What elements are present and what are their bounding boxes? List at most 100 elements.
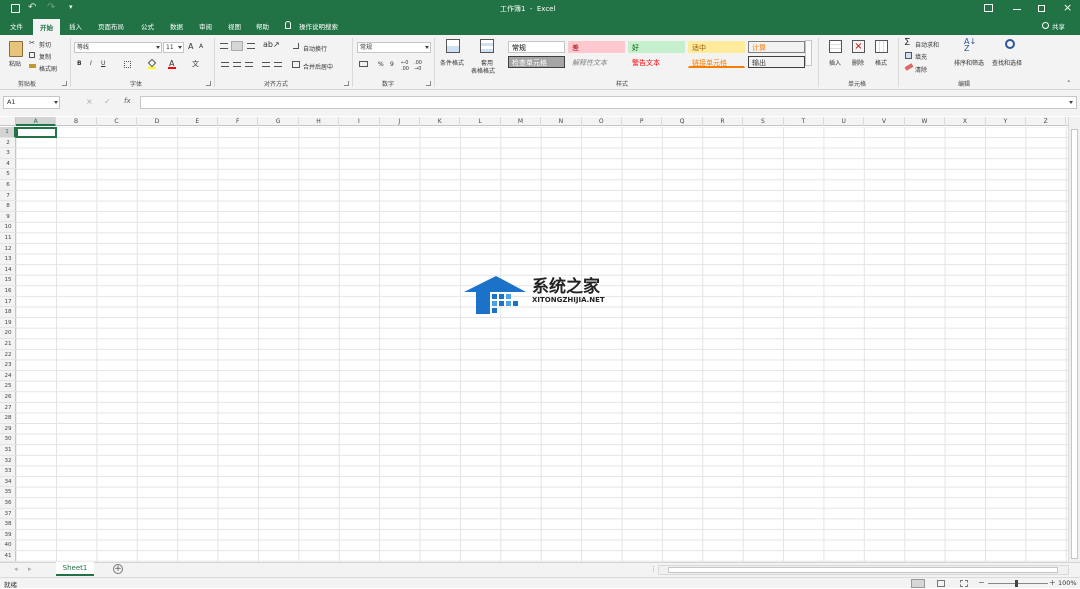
- restore-icon[interactable]: [1038, 5, 1045, 12]
- minimize-icon[interactable]: [1013, 9, 1021, 10]
- row-header-31[interactable]: 31: [0, 445, 16, 456]
- tab-file[interactable]: 文件: [10, 21, 23, 31]
- column-header-M[interactable]: M: [501, 117, 542, 126]
- wrap-text-button[interactable]: 自动换行: [303, 44, 327, 53]
- column-header-E[interactable]: E: [178, 117, 218, 126]
- format-cells-button[interactable]: 格式: [875, 58, 887, 67]
- zoom-slider-thumb[interactable]: [1015, 580, 1018, 587]
- formula-input[interactable]: [140, 96, 1077, 109]
- row-header-10[interactable]: 10: [0, 222, 16, 233]
- row-header-21[interactable]: 21: [0, 339, 16, 350]
- tab-page-layout[interactable]: 页面布局: [98, 21, 124, 31]
- copy-button[interactable]: 复制: [39, 52, 51, 61]
- redo-icon[interactable]: ↷: [47, 2, 55, 13]
- row-header-3[interactable]: 3: [0, 148, 16, 159]
- column-header-A[interactable]: A: [16, 117, 57, 126]
- zoom-out-icon[interactable]: −: [978, 578, 985, 587]
- grow-font-icon[interactable]: A: [188, 42, 193, 51]
- cell-style-2[interactable]: 好: [628, 41, 685, 53]
- paste-button[interactable]: 粘贴: [9, 59, 21, 68]
- column-header-J[interactable]: J: [380, 117, 420, 126]
- worksheet-grid[interactable]: ABCDEFGHIJKLMNOPQRSTUVWXYZ 1 2 3 4 5 6 7 8 9 10 11…: [0, 117, 1068, 562]
- cell-style-3[interactable]: 适中: [688, 41, 745, 53]
- increase-decimal-icon[interactable]: ←0.00: [401, 60, 409, 72]
- find-select-button[interactable]: 查找和选择: [992, 58, 1022, 67]
- column-header-I[interactable]: I: [339, 117, 380, 126]
- cell-area[interactable]: [16, 127, 1068, 562]
- close-icon[interactable]: ×: [1063, 1, 1072, 14]
- row-header-15[interactable]: 15: [0, 275, 16, 286]
- number-launcher-icon[interactable]: [426, 81, 431, 86]
- page-layout-view-icon[interactable]: [937, 580, 945, 587]
- row-header-19[interactable]: 19: [0, 318, 16, 329]
- row-header-35[interactable]: 35: [0, 487, 16, 498]
- next-sheet-icon[interactable]: ▸: [28, 565, 32, 573]
- cell-style-8[interactable]: 链接单元格: [688, 56, 745, 68]
- row-header-1[interactable]: 1: [0, 127, 16, 138]
- number-format-select[interactable]: 常规: [357, 42, 431, 53]
- italic-button[interactable]: I: [90, 60, 92, 67]
- column-header-L[interactable]: L: [460, 117, 501, 126]
- column-header-O[interactable]: O: [582, 117, 622, 126]
- row-header-40[interactable]: 40: [0, 540, 16, 551]
- row-header-24[interactable]: 24: [0, 371, 16, 382]
- alignment-launcher-icon[interactable]: [344, 81, 349, 86]
- row-header-27[interactable]: 27: [0, 403, 16, 414]
- cell-style-0[interactable]: 常规: [508, 41, 565, 53]
- currency-icon[interactable]: [359, 61, 368, 67]
- increase-indent-icon[interactable]: [274, 62, 282, 67]
- percent-button[interactable]: %: [378, 61, 384, 68]
- font-launcher-icon[interactable]: [206, 81, 211, 86]
- cell-style-9[interactable]: 输出: [748, 56, 805, 68]
- tab-home[interactable]: 开始: [33, 19, 60, 35]
- align-top-icon[interactable]: [220, 43, 228, 49]
- row-header-13[interactable]: 13: [0, 254, 16, 265]
- cell-style-6[interactable]: 解释性文本: [568, 56, 625, 68]
- row-header-20[interactable]: 20: [0, 328, 16, 339]
- tab-view[interactable]: 视图: [228, 21, 241, 31]
- row-header-29[interactable]: 29: [0, 424, 16, 435]
- decrease-indent-icon[interactable]: [262, 62, 270, 67]
- insert-cells-button[interactable]: 插入: [829, 58, 841, 67]
- zoom-level[interactable]: 100%: [1058, 579, 1077, 587]
- align-middle-icon[interactable]: [231, 41, 243, 51]
- column-header-Y[interactable]: Y: [986, 117, 1026, 126]
- shrink-font-icon[interactable]: A: [199, 43, 203, 50]
- column-header-W[interactable]: W: [905, 117, 946, 126]
- bold-button[interactable]: B: [77, 60, 82, 67]
- add-sheet-icon[interactable]: +: [113, 564, 123, 574]
- sort-filter-button[interactable]: 排序和筛选: [954, 58, 984, 67]
- orientation-icon[interactable]: ab↗: [263, 40, 280, 49]
- row-header-39[interactable]: 39: [0, 530, 16, 541]
- zoom-in-icon[interactable]: +: [1049, 578, 1056, 587]
- row-header-41[interactable]: 41: [0, 551, 16, 562]
- column-header-N[interactable]: N: [541, 117, 582, 126]
- column-header-F[interactable]: F: [218, 117, 259, 126]
- row-header-28[interactable]: 28: [0, 413, 16, 424]
- row-header-32[interactable]: 32: [0, 456, 16, 467]
- normal-view-icon[interactable]: [911, 579, 925, 588]
- page-break-view-icon[interactable]: [960, 580, 968, 587]
- row-header-11[interactable]: 11: [0, 233, 16, 244]
- row-header-5[interactable]: 5: [0, 169, 16, 180]
- gallery-scroll-icon[interactable]: [805, 40, 812, 66]
- tab-insert[interactable]: 插入: [69, 21, 82, 31]
- decrease-decimal-icon[interactable]: .00 →0: [414, 60, 422, 72]
- sheet-tab-sheet1[interactable]: Sheet1: [56, 562, 94, 576]
- delete-cells-button[interactable]: 删除: [852, 58, 864, 67]
- row-header-25[interactable]: 25: [0, 381, 16, 392]
- insert-function-icon[interactable]: fx: [124, 97, 131, 105]
- row-header-4[interactable]: 4: [0, 159, 16, 170]
- tell-me-search[interactable]: 操作说明搜索: [299, 21, 338, 31]
- font-size-select[interactable]: 11: [163, 42, 184, 53]
- row-header-30[interactable]: 30: [0, 434, 16, 445]
- cut-button[interactable]: 剪切: [39, 40, 51, 49]
- column-header-R[interactable]: R: [703, 117, 744, 126]
- name-box[interactable]: A1: [3, 96, 60, 109]
- column-header-D[interactable]: D: [137, 117, 178, 126]
- row-header-2[interactable]: 2: [0, 138, 16, 149]
- fill-color-icon[interactable]: [148, 67, 156, 69]
- undo-icon[interactable]: ↶: [28, 2, 36, 13]
- tab-help[interactable]: 帮助: [256, 21, 269, 31]
- vertical-scrollbar[interactable]: [1068, 117, 1080, 562]
